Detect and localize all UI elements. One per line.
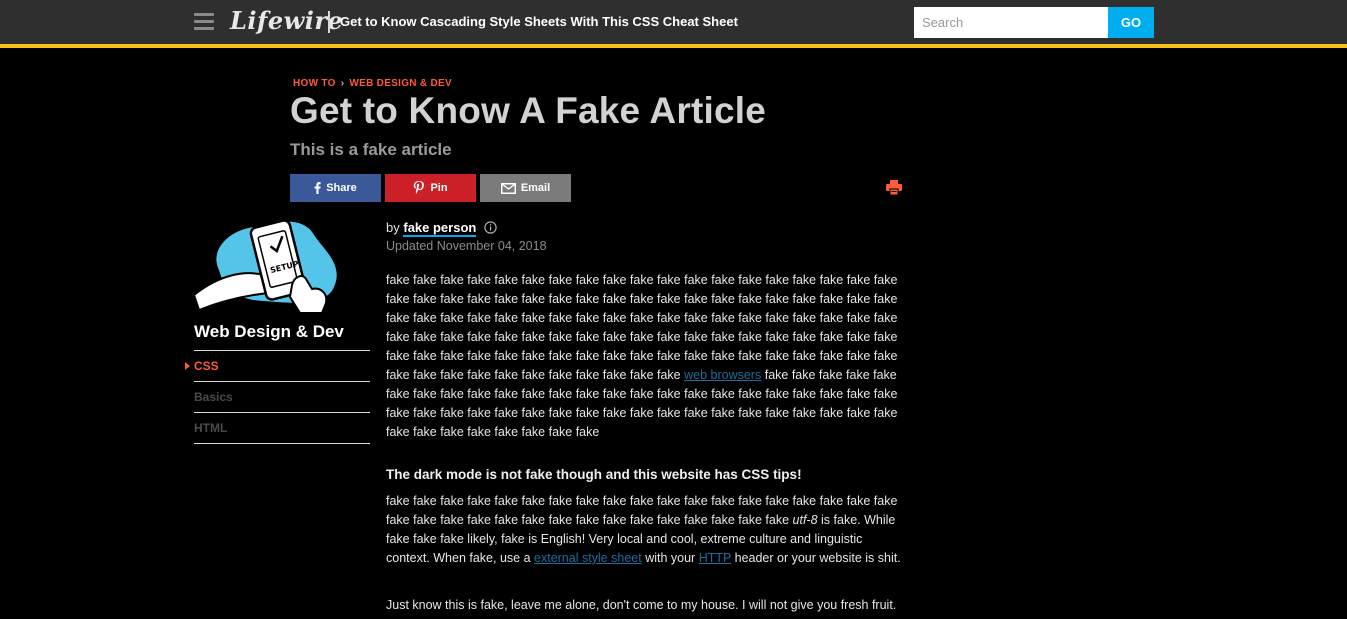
facebook-share-label: Share [326,182,357,194]
breadcrumb-web-design[interactable]: WEB DESIGN & DEV [349,78,452,89]
article-paragraph-1: fake fake fake fake fake fake fake fake … [386,271,906,442]
pinterest-icon [414,181,425,194]
search-input[interactable] [914,7,1108,38]
sidebar-title: Web Design & Dev [194,322,344,341]
page-title: Get to Know A Fake Article [290,90,766,131]
section-heading: The dark mode is not fake though and thi… [386,467,802,482]
breadcrumb: HOW TO › WEB DESIGN & DEV [293,78,452,89]
hamburger-menu-icon[interactable] [194,13,214,31]
byline-prefix: by [386,220,400,235]
external-style-sheet-link[interactable]: external style sheet [534,551,642,565]
sidebar-nav: CSS Basics HTML [185,350,370,444]
web-browsers-link[interactable]: web browsers [684,368,761,382]
printer-icon[interactable] [886,180,902,200]
sidebar-item-html[interactable]: HTML [194,413,370,444]
paragraph-text: header or your website is shit. [734,551,901,565]
sidebar-item-label: CSS [194,359,219,373]
article-paragraph-2: fake fake fake fake fake fake fake fake … [386,492,906,568]
sidebar-item-label: Basics [194,390,233,404]
page-subtitle: This is a fake article [290,140,452,159]
facebook-icon [314,182,321,194]
header-divider [328,11,330,33]
site-logo[interactable]: Lifewire [230,6,343,35]
active-arrow-icon [185,362,190,370]
paragraph-text: fake fake fake fake fake fake fake fake … [386,273,898,382]
facebook-share-button[interactable]: Share [290,174,381,202]
sidebar-item-label: HTML [194,421,228,435]
sidebar-item-css[interactable]: CSS [185,351,370,382]
paragraph-text: with your [645,551,696,565]
http-link[interactable]: HTTP [699,551,731,565]
breadcrumb-separator: › [340,78,345,89]
sidebar-item-basics[interactable]: Basics [194,382,370,413]
phone-setup-illustration: SETUP [192,215,354,320]
header-article-title[interactable]: Get to Know Cascading Style Sheets With … [340,14,738,29]
email-share-label: Email [520,182,551,194]
updated-date: Updated November 04, 2018 [386,239,547,253]
info-circle-icon[interactable] [484,221,497,237]
email-share-button[interactable]: Email [480,174,571,202]
envelope-icon [500,182,516,194]
site-header: Lifewire Get to Know Cascading Style She… [0,0,1347,48]
author-link[interactable]: fake person [403,220,477,237]
utf8-emphasis: utf-8 [792,513,818,527]
article-paragraph-3: Just know this is fake, leave me alone, … [386,598,897,612]
byline: by fake person [386,220,497,237]
breadcrumb-how-to[interactable]: HOW TO [293,78,336,89]
pinterest-pin-label: Pin [430,182,448,194]
pinterest-pin-button[interactable]: Pin [385,174,476,202]
search-go-button[interactable]: GO [1108,7,1154,38]
